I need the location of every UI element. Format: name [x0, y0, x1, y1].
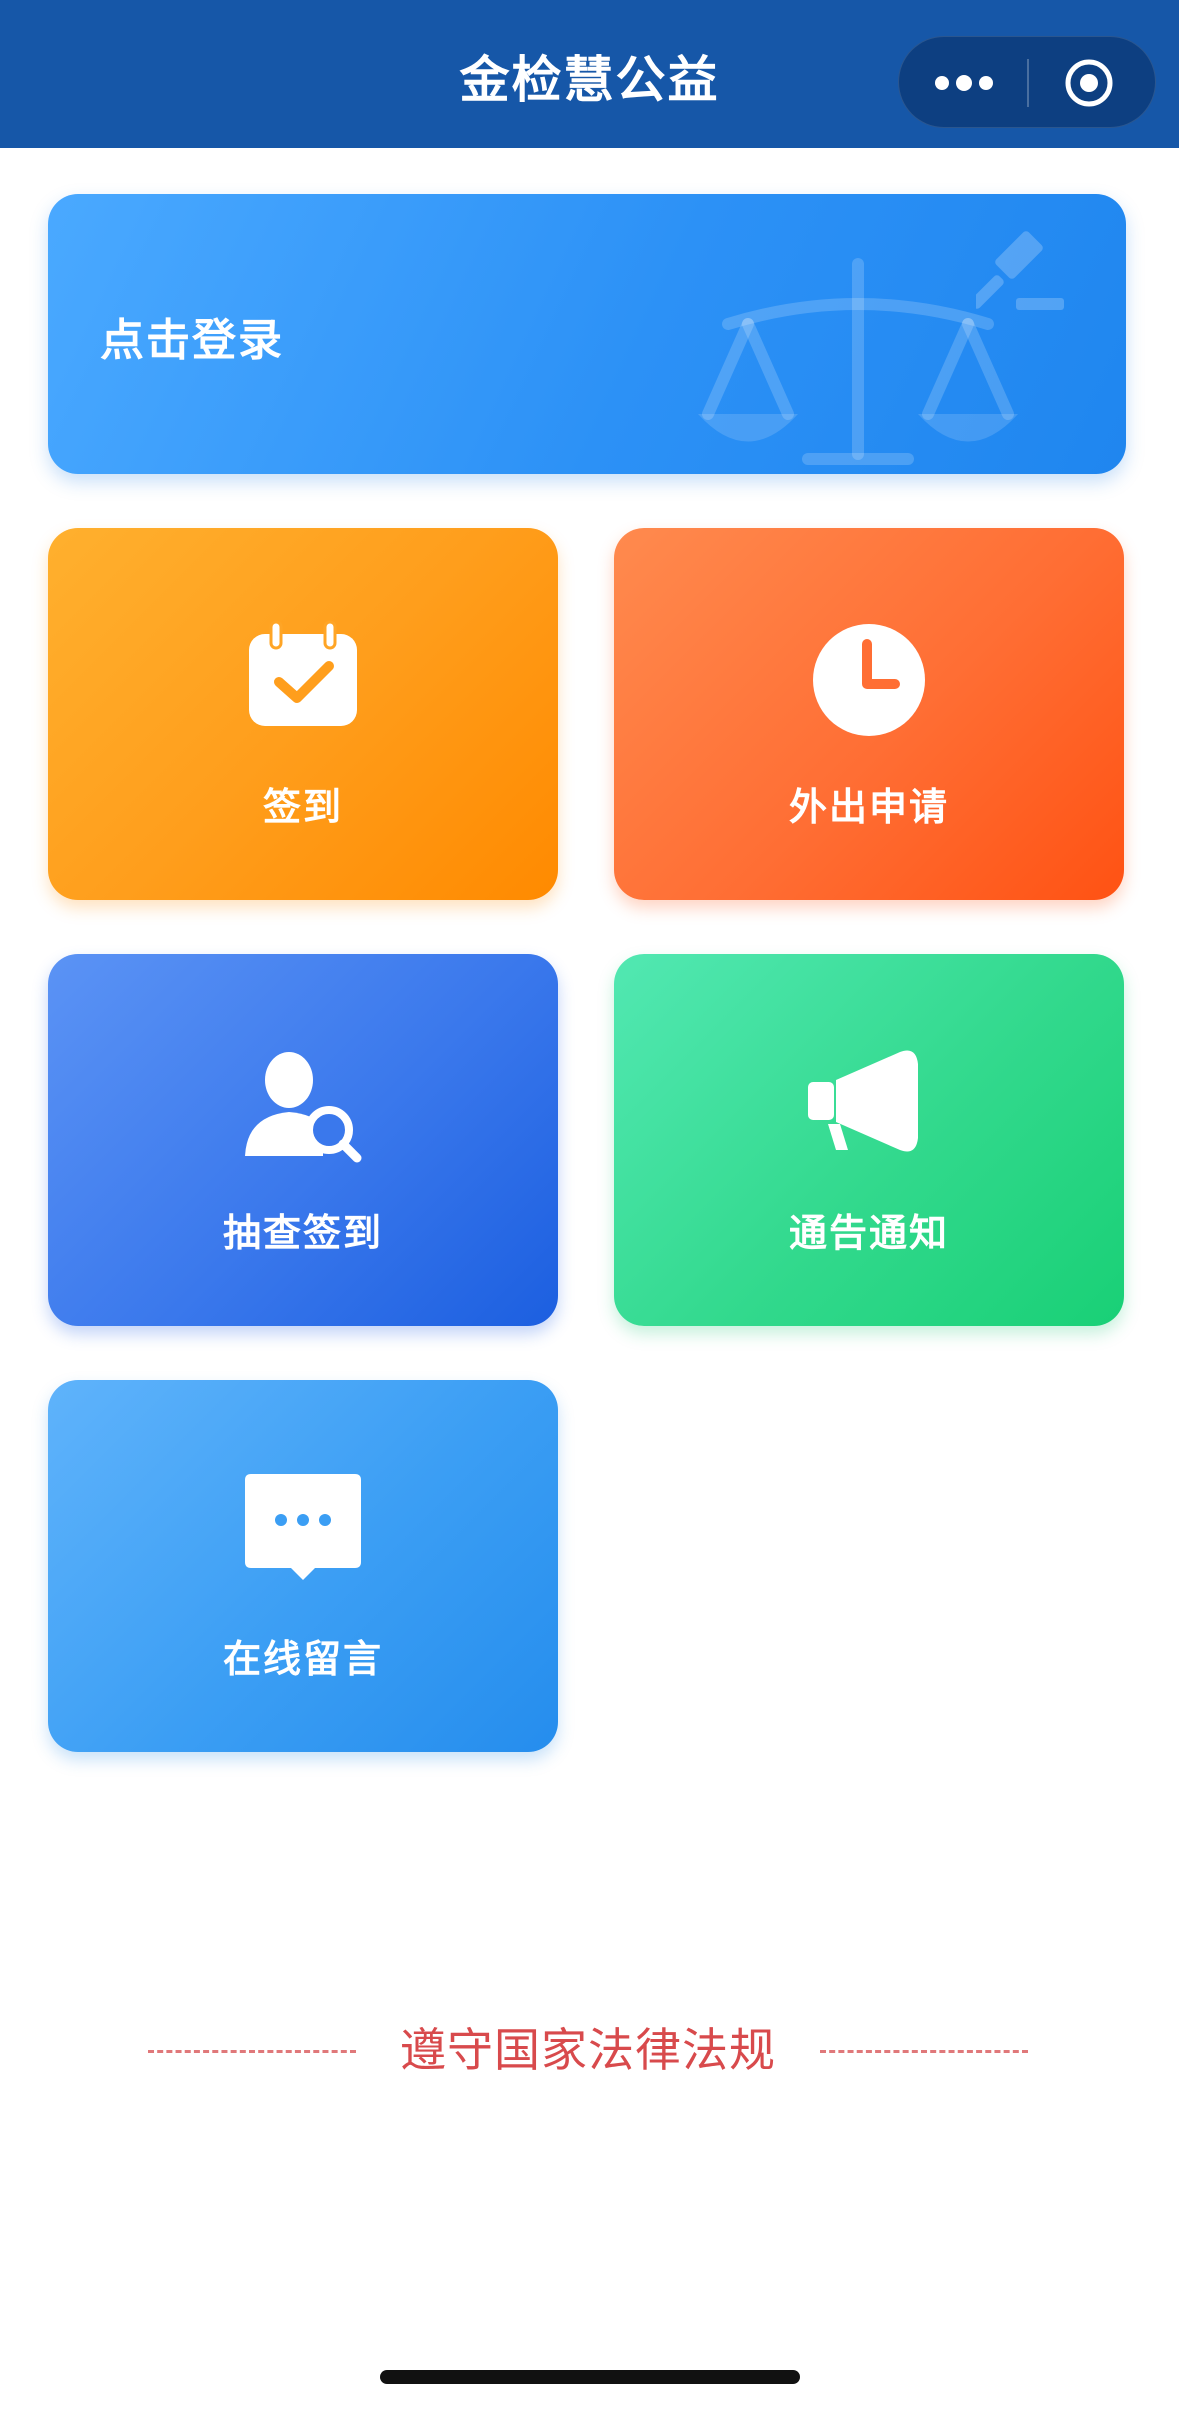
tile-icon-wrap: [614, 620, 1124, 750]
footer-slogan: 遵守国家法律法规: [148, 2020, 1028, 2080]
dashed-divider-left: [148, 2050, 356, 2053]
mini-program-capsule: [898, 36, 1156, 128]
tile-label: 抽查签到: [222, 1211, 383, 1255]
tile-label: 通告通知: [788, 1211, 949, 1255]
app-page: 金检慧公益 点击登录 签到 外出申请 抽查签到 通告通知 在线留言 遵守国家法律…: [0, 0, 1179, 2410]
clock-icon: [813, 624, 925, 736]
tile-label: 外出申请: [788, 785, 949, 829]
gavel-icon: [976, 231, 1064, 310]
tile-icon-wrap: [48, 1046, 558, 1176]
calendar-check-icon: [249, 620, 357, 726]
tile-announcement[interactable]: 通告通知: [614, 954, 1124, 1326]
tile-label: 签到: [262, 785, 343, 829]
tile-icon-wrap: [614, 1046, 1124, 1176]
home-indicator[interactable]: [380, 2370, 800, 2384]
capsule-divider: [1027, 59, 1029, 107]
chat-bubble-icon: [245, 1474, 361, 1580]
login-card[interactable]: 点击登录: [48, 194, 1126, 474]
more-dots-icon[interactable]: [929, 67, 999, 99]
tile-icon-wrap: [48, 1472, 558, 1602]
login-label: 点击登录: [100, 315, 284, 366]
tile-icon-wrap: [48, 620, 558, 750]
tile-spot-check[interactable]: 抽查签到: [48, 954, 558, 1326]
tile-online-message[interactable]: 在线留言: [48, 1380, 558, 1752]
megaphone-icon: [808, 1050, 918, 1152]
user-search-icon: [245, 1052, 362, 1163]
title-bar: 金检慧公益: [0, 0, 1179, 148]
slogan-text: 遵守国家法律法规: [400, 2023, 776, 2077]
tile-leave-request[interactable]: 外出申请: [614, 528, 1124, 900]
tile-label: 在线留言: [222, 1637, 383, 1681]
dashed-divider-right: [820, 2050, 1028, 2053]
close-target-icon[interactable]: [1063, 57, 1115, 109]
tile-sign-in[interactable]: 签到: [48, 528, 558, 900]
